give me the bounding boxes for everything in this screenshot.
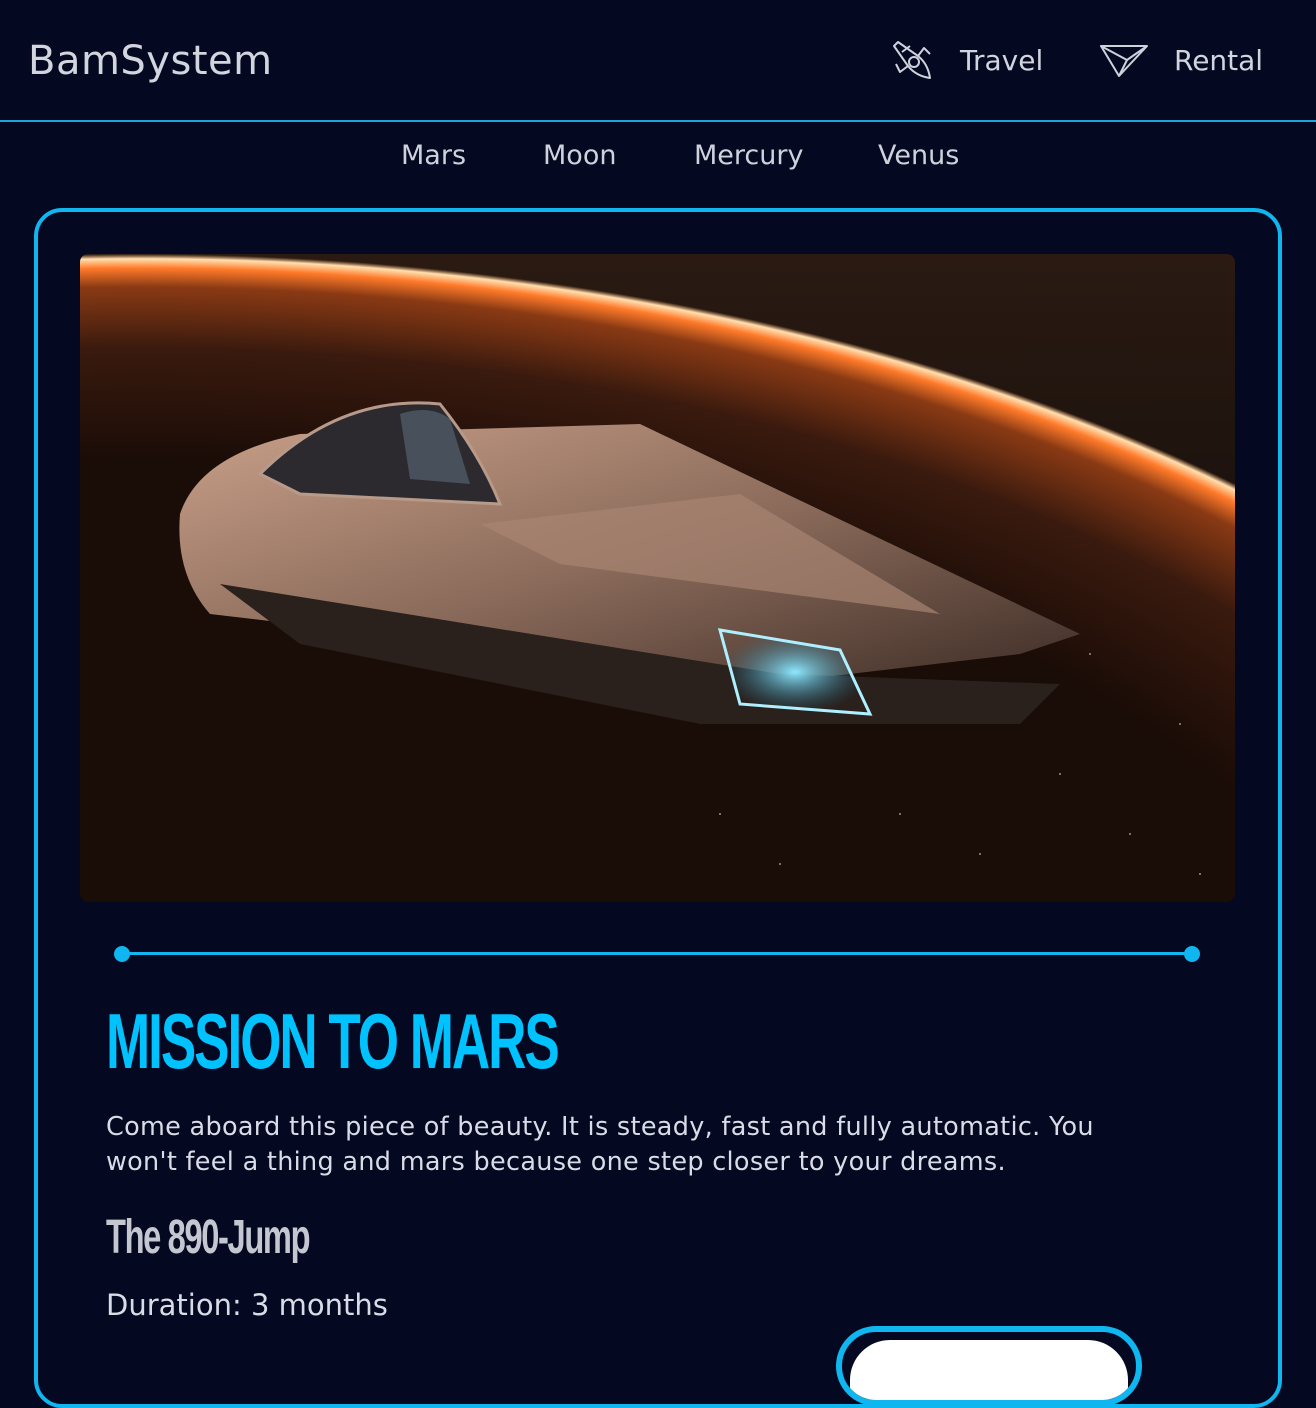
nav-travel[interactable]: Travel	[882, 30, 1043, 90]
divider-line	[122, 952, 1192, 955]
mission-duration: Duration: 3 months	[106, 1288, 388, 1322]
ship-name: The 890-Jump	[106, 1211, 311, 1264]
site-header: BamSystem Travel Rental	[0, 0, 1316, 122]
divider-dot-left	[114, 946, 130, 962]
nav-travel-label: Travel	[960, 43, 1044, 77]
tab-venus[interactable]: Venus	[878, 140, 959, 171]
mission-title: MISSION TO MARS	[106, 997, 560, 1085]
mission-description: Come aboard this piece of beauty. It is …	[106, 1112, 1094, 1177]
destination-nav: Mars Moon Mercury Venus	[0, 140, 1316, 180]
spaceship-image	[80, 254, 1235, 902]
tab-mercury[interactable]: Mercury	[694, 140, 803, 171]
rocket-icon	[882, 32, 938, 88]
book-button-fill	[850, 1340, 1128, 1400]
divider-dot-right	[1184, 946, 1200, 962]
nav-rental[interactable]: Rental	[1096, 30, 1263, 90]
book-button[interactable]	[836, 1326, 1142, 1406]
nav-rental-label: Rental	[1174, 43, 1264, 77]
paper-plane-icon	[1096, 32, 1152, 88]
brand-logo[interactable]: BamSystem	[28, 38, 273, 84]
tab-moon[interactable]: Moon	[543, 140, 616, 171]
tab-mars[interactable]: Mars	[401, 140, 466, 171]
